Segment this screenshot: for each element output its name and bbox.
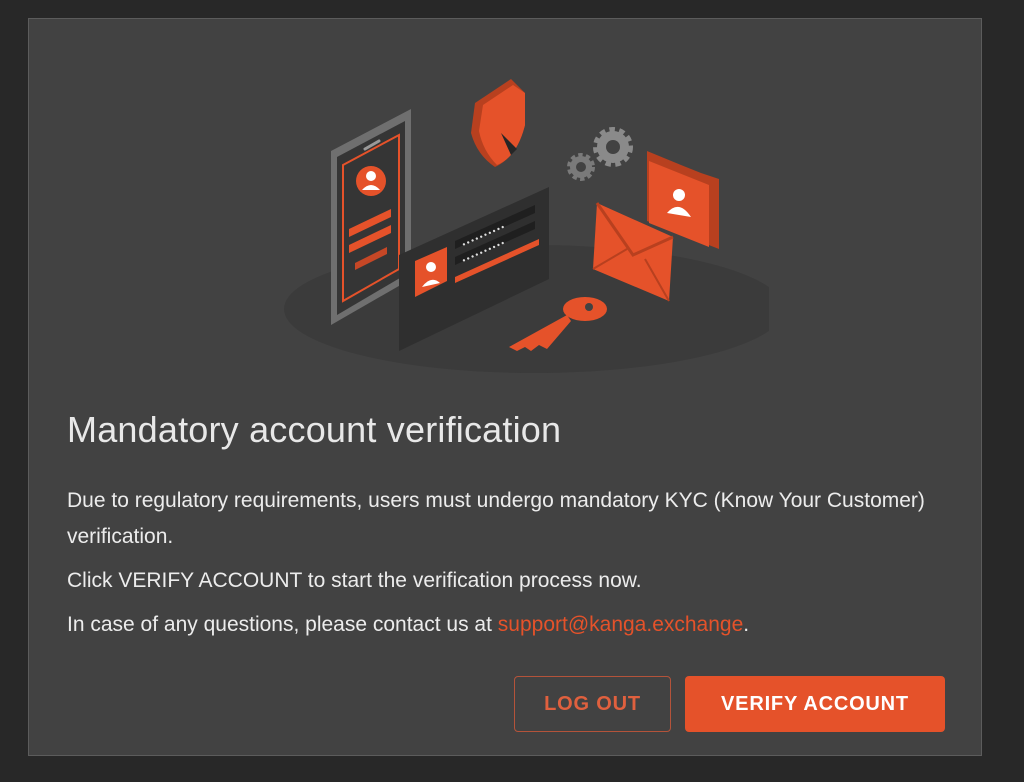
contact-text-suffix: . bbox=[743, 613, 750, 636]
verify-account-button[interactable]: VERIFY ACCOUNT bbox=[685, 676, 945, 732]
logout-button[interactable]: LOG OUT bbox=[514, 676, 671, 732]
shield-icon bbox=[471, 79, 525, 167]
gear-icon bbox=[567, 127, 633, 181]
contact-text: In case of any questions, please contact… bbox=[67, 607, 927, 643]
support-email-link[interactable]: support@kanga.exchange bbox=[498, 613, 744, 636]
contact-text-prefix: In case of any questions, please contact… bbox=[67, 613, 498, 636]
kyc-requirement-text: Due to regulatory requirements, users mu… bbox=[67, 489, 925, 548]
kyc-illustration: •••••••••• •••••••••• bbox=[284, 79, 769, 373]
verify-instruction-text: Click VERIFY ACCOUNT to start the verifi… bbox=[67, 569, 642, 592]
verification-modal: •••••••••• •••••••••• Mandatory account … bbox=[28, 18, 982, 756]
modal-title: Mandatory account verification bbox=[67, 409, 562, 450]
modal-body: Due to regulatory requirements, users mu… bbox=[67, 483, 927, 651]
